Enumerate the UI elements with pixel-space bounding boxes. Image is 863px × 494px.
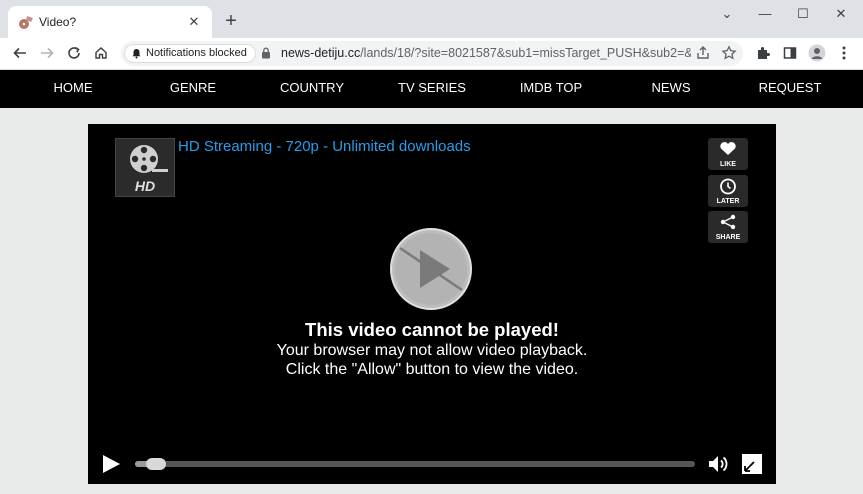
url-host: news-detiju.cc <box>281 46 361 60</box>
address-bar[interactable]: Notifications blocked news-detiju.cc/lan… <box>121 41 743 66</box>
maximize-icon[interactable]: ☐ <box>788 3 818 25</box>
tab-title: Video? <box>39 15 77 29</box>
share-page-icon[interactable] <box>695 45 711 61</box>
back-arrow-icon[interactable] <box>9 42 31 64</box>
tab-close-icon[interactable]: ✕ <box>184 12 204 32</box>
big-play-disabled-icon[interactable] <box>390 228 472 310</box>
notifications-blocked-chip[interactable]: Notifications blocked <box>124 44 256 63</box>
nav-request[interactable]: REQUEST <box>740 70 840 108</box>
browser-toolbar: Notifications blocked news-detiju.cc/lan… <box>0 38 863 70</box>
error-heading: This video cannot be played! <box>305 319 559 340</box>
bookmark-star-icon[interactable] <box>721 45 737 61</box>
share-button[interactable]: SHARE <box>708 211 748 243</box>
lock-icon[interactable] <box>261 47 271 59</box>
forward-arrow-icon[interactable] <box>36 42 58 64</box>
error-line-2: Click the "Allow" button to view the vid… <box>285 361 579 378</box>
heart-icon <box>720 142 736 155</box>
home-icon[interactable] <box>90 42 112 64</box>
nav-home[interactable]: HOME <box>23 70 123 108</box>
player-title-link[interactable]: HD Streaming - 720p - Unlimited download… <box>178 138 471 155</box>
tab-search-icon[interactable]: ⌄ <box>712 3 742 25</box>
film-reel-favicon-icon <box>19 16 33 29</box>
seek-handle[interactable] <box>146 458 166 470</box>
later-label: LATER <box>716 198 740 205</box>
share-icon <box>720 214 736 230</box>
hd-thumbnail: HD <box>115 138 175 197</box>
like-label: LIKE <box>720 161 736 168</box>
share-label: SHARE <box>715 234 741 241</box>
play-icon[interactable] <box>100 453 122 475</box>
nav-tv-series[interactable]: TV SERIES <box>382 70 482 108</box>
reload-icon[interactable] <box>63 42 85 64</box>
tab-strip: Video? ✕ + ⌄ — ☐ ✕ <box>0 0 863 38</box>
watch-later-button[interactable]: LATER <box>708 175 748 207</box>
url-text[interactable]: news-detiju.cc/lands/18/?site=8021587&su… <box>281 46 691 60</box>
close-window-icon[interactable]: ✕ <box>826 3 856 25</box>
browser-menu-kebab-icon[interactable] <box>833 42 855 64</box>
url-path: /lands/18/?site=8021587&sub1=missTarget_… <box>360 46 691 60</box>
nav-genre[interactable]: GENRE <box>143 70 243 108</box>
notifications-blocked-label: Notifications blocked <box>146 47 247 59</box>
profile-avatar-icon[interactable] <box>806 42 828 64</box>
video-player[interactable]: HD HD Streaming - 720p - Unlimited downl… <box>88 124 776 484</box>
error-line-1: Your browser may not allow video playbac… <box>276 342 588 359</box>
volume-icon[interactable] <box>708 454 730 474</box>
bell-icon <box>132 49 141 59</box>
extensions-puzzle-icon[interactable] <box>752 42 774 64</box>
like-button[interactable]: LIKE <box>708 138 748 170</box>
minimize-icon[interactable]: — <box>750 3 780 25</box>
seek-bar[interactable] <box>135 458 695 470</box>
nav-country[interactable]: COUNTRY <box>262 70 362 108</box>
clock-icon <box>720 178 736 195</box>
browser-tab[interactable]: Video? ✕ <box>8 6 212 38</box>
fullscreen-icon[interactable] <box>741 453 763 475</box>
nav-news[interactable]: NEWS <box>621 70 721 108</box>
side-panel-icon[interactable] <box>779 42 801 64</box>
nav-imdb-top[interactable]: IMDB TOP <box>501 70 601 108</box>
new-tab-icon[interactable]: + <box>220 10 242 32</box>
site-navigation: HOME GENRE COUNTRY TV SERIES IMDB TOP NE… <box>0 70 863 108</box>
thumb-hd-label: HD <box>134 178 156 194</box>
